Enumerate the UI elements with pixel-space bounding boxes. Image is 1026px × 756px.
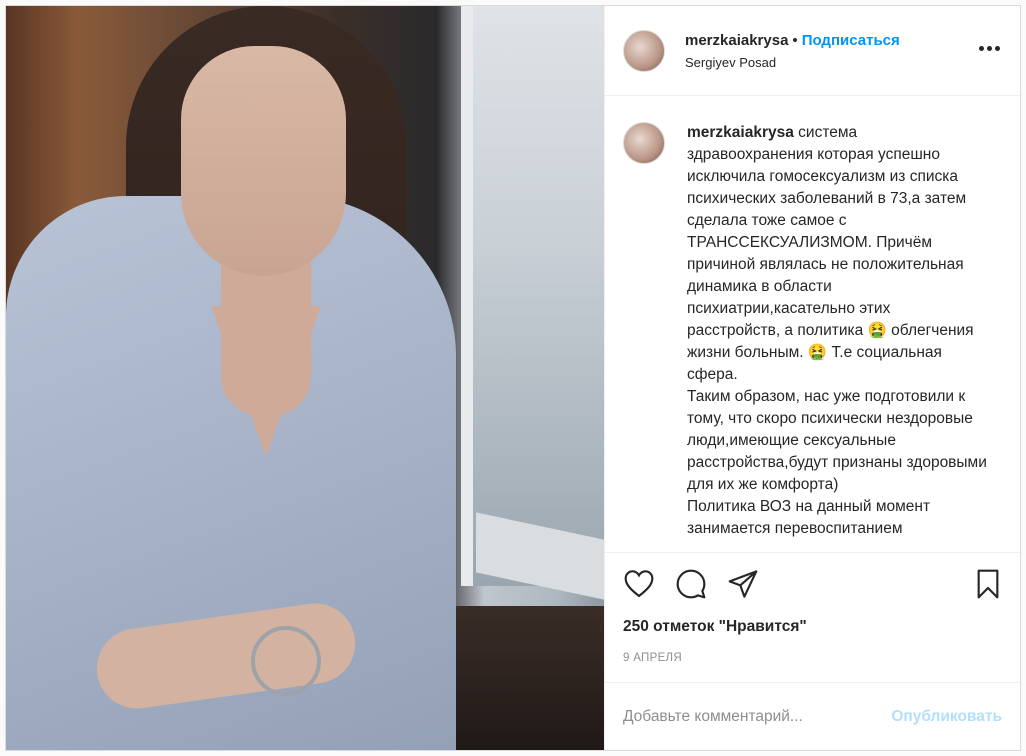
follow-button[interactable]: Подписаться [802,32,900,49]
caption-avatar[interactable] [623,122,665,164]
bookmark-icon[interactable] [972,568,1004,600]
photo-face [181,46,346,276]
post-container: merzkaiakrysa • Подписаться Sergiyev Pos… [5,5,1021,751]
comment-bar: Опубликовать [605,682,1020,750]
post-sidebar: merzkaiakrysa • Подписаться Sergiyev Pos… [604,6,1020,750]
share-icon[interactable] [727,568,759,600]
caption: merzkaiakrysa система здравоохранения ко… [687,122,987,552]
location-link[interactable]: Sergiyev Posad [685,55,900,70]
caption-text: система здравоохранения которая успешно … [687,124,987,537]
action-bar [605,552,1020,614]
publish-button[interactable]: Опубликовать [891,708,1002,726]
comment-input[interactable] [623,707,892,726]
photo-window [461,6,604,586]
header-text: merzkaiakrysa • Подписаться Sergiyev Pos… [685,32,900,70]
post-photo[interactable] [6,6,604,750]
caption-area: merzkaiakrysa система здравоохранения ко… [605,96,1020,552]
heart-icon[interactable] [623,568,655,600]
more-icon[interactable] [979,46,1000,51]
separator-dot: • [792,31,798,49]
post-header: merzkaiakrysa • Подписаться Sergiyev Pos… [605,6,1020,96]
caption-username[interactable]: merzkaiakrysa [687,124,794,141]
post-date[interactable]: 9 АПРЕЛЯ [605,652,1020,682]
likes-count[interactable]: 250 отметок "Нравится" [605,618,1020,636]
username-link[interactable]: merzkaiakrysa [685,32,788,49]
comment-icon[interactable] [675,568,707,600]
avatar[interactable] [623,29,665,72]
header-line: merzkaiakrysa • Подписаться [685,32,900,49]
photo-bracelet [251,626,321,696]
